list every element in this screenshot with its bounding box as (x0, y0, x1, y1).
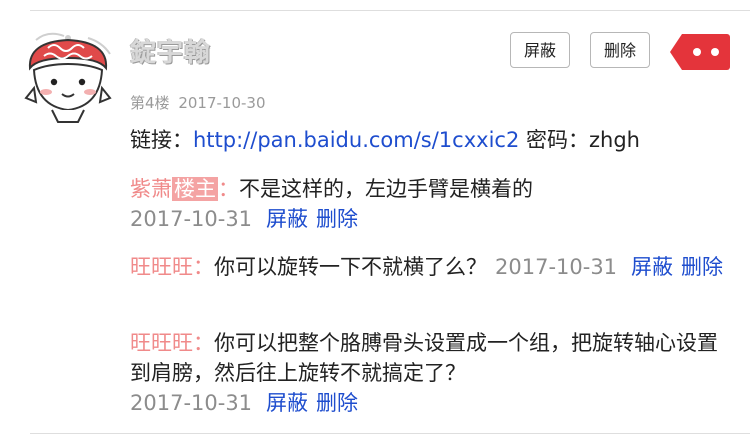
post-date: 2017-10-30 (178, 94, 266, 112)
reply-time: 2017-10-31 (495, 255, 618, 279)
reply-colon: ： (193, 331, 214, 355)
delete-button[interactable]: 删除 (590, 32, 650, 68)
share-link[interactable]: http://pan.baidu.com/s/1cxxic2 (193, 128, 519, 152)
reply-block-link[interactable]: 屏蔽 (266, 207, 308, 231)
top-divider (30, 10, 750, 11)
reply-delete-link[interactable]: 删除 (316, 391, 358, 415)
more-dots-icon (711, 48, 719, 56)
floor-number: 第4楼 (130, 94, 170, 112)
reply-delete-link[interactable]: 删除 (316, 207, 358, 231)
reply-time: 2017-10-31 (130, 207, 253, 231)
host-badge: 楼主 (172, 177, 218, 201)
reply-item: 紫萧楼主：不是这样的，左边手臂是横着的 2017-10-31 屏蔽 删除 (130, 174, 730, 234)
reply-text: 你可以旋转一下不就横了么？ (214, 255, 487, 279)
post-content: 链接：http://pan.baidu.com/s/1cxxic2 密码：zhg… (130, 125, 640, 155)
reply-colon: ： (218, 177, 239, 201)
username[interactable]: 錠宇翰 (130, 32, 211, 69)
reply-colon: ： (193, 255, 214, 279)
reply-item: 旺旺旺：你可以旋转一下不就横了么？ 2017-10-31 屏蔽 删除 (130, 252, 730, 282)
reply-delete-link[interactable]: 删除 (681, 255, 723, 279)
reply-text: 不是这样的，左边手臂是横着的 (239, 177, 533, 201)
content-prefix: 链接： (130, 128, 193, 152)
reply-author[interactable]: 旺旺旺 (130, 255, 193, 279)
reply-time: 2017-10-31 (130, 391, 253, 415)
reply-item: 旺旺旺：你可以把整个胳膊骨头设置成一个组，把旋转轴心设置到肩膀，然后往上旋转不就… (130, 328, 730, 418)
block-button[interactable]: 屏蔽 (510, 32, 570, 68)
post-floor: 錠宇翰 屏蔽 删除 第4楼 2017-10-30 链接：http://pan.b… (0, 0, 750, 443)
reply-block-link[interactable]: 屏蔽 (266, 391, 308, 415)
more-dots-icon (693, 48, 701, 56)
reply-author[interactable]: 旺旺旺 (130, 331, 193, 355)
reply-text: 你可以把整个胳膊骨头设置成一个组，把旋转轴心设置到肩膀，然后往上旋转不就搞定了？ (130, 331, 718, 385)
user-avatar[interactable] (18, 28, 118, 126)
reply-author[interactable]: 紫萧 (130, 177, 172, 201)
post-meta: 第4楼 2017-10-30 (130, 92, 266, 113)
more-menu-button[interactable] (670, 34, 730, 70)
bottom-divider (30, 433, 750, 434)
content-suffix: 密码：zhgh (519, 128, 640, 152)
reply-block-link[interactable]: 屏蔽 (631, 255, 673, 279)
